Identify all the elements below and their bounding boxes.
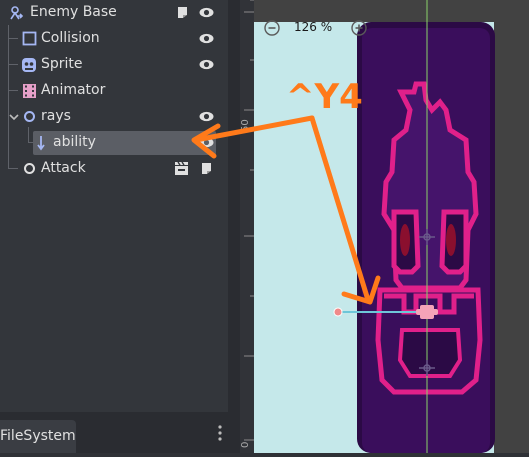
tree-item-label: ability: [53, 134, 96, 150]
tree-item-label: Attack: [41, 160, 86, 176]
visibility-eye-icon[interactable]: [198, 108, 215, 125]
tree-item-animator[interactable]: Animator: [0, 78, 228, 103]
zoom-out-icon[interactable]: [264, 20, 280, 36]
node-root-icon: [9, 0, 25, 25]
sprite-icon: [21, 52, 37, 77]
tree-item-rays[interactable]: rays: [0, 104, 228, 129]
node-circle-icon: [22, 156, 36, 181]
tree-item-ability[interactable]: ability: [0, 130, 228, 155]
visibility-eye-icon[interactable]: [198, 56, 215, 73]
vertical-ruler: 50 0: [240, 0, 254, 453]
tree-item-label: rays: [41, 108, 71, 124]
ruler-mark-label: 50: [240, 119, 251, 132]
enemy-sprite: [333, 0, 495, 453]
editor-viewport[interactable]: 126 %: [254, 0, 529, 453]
tree-item-label: Collision: [41, 30, 100, 46]
kebab-menu-icon[interactable]: [216, 422, 224, 444]
visibility-eye-icon[interactable]: [198, 4, 215, 21]
tree-item-label: Animator: [41, 82, 106, 98]
ruler-mark-label: 0: [240, 442, 251, 448]
tree-item-enemy-base[interactable]: Enemy Base: [0, 0, 228, 25]
clapperboard-icon[interactable]: [173, 160, 190, 177]
script-icon[interactable]: [198, 160, 215, 177]
tab-filesystem[interactable]: FileSystem: [0, 420, 76, 453]
tree-item-sprite[interactable]: Sprite: [0, 52, 228, 77]
scene-tree-panel: Enemy Base Collision Sprite Animator ray…: [0, 0, 228, 412]
node-circle-icon: [22, 104, 36, 129]
visibility-eye-icon[interactable]: [198, 134, 215, 151]
raycast-arrow-icon: [35, 130, 47, 155]
bottom-dock-bar: FileSystem: [0, 412, 240, 453]
zoom-in-icon[interactable]: [351, 20, 367, 36]
tree-item-label: Enemy Base: [30, 4, 117, 20]
ruler-ticks: 50 0: [240, 0, 254, 448]
tree-item-attack[interactable]: Attack: [0, 156, 228, 181]
zoom-level-label[interactable]: 126 %: [294, 20, 332, 34]
chevron-down-icon[interactable]: [8, 104, 20, 129]
panel-splitter[interactable]: [228, 0, 240, 453]
visibility-eye-icon[interactable]: [198, 30, 215, 47]
animation-player-icon: [21, 78, 37, 103]
collision-shape-icon: [21, 26, 37, 51]
tree-item-collision[interactable]: Collision: [0, 26, 228, 51]
script-icon[interactable]: [174, 4, 191, 21]
tree-item-label: Sprite: [41, 56, 83, 72]
